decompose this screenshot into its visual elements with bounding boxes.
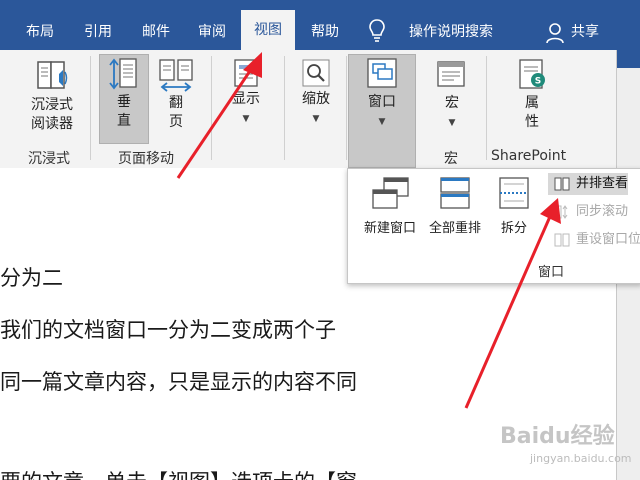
show-icon [234,59,258,87]
group-label-macro: 宏 [444,151,458,167]
tab-references[interactable]: 引用 [70,0,126,50]
tab-view[interactable]: 视图 [241,10,295,50]
properties-button[interactable]: S 属 性 [508,56,556,132]
group-separator [284,56,285,160]
side-by-side-icon [554,177,570,191]
immersive-label-2: 阅读器 [31,116,73,132]
window-group-label: 窗口 [538,265,565,280]
watermark-logo: Baidu经验 [500,424,615,449]
search-box[interactable]: 操作说明搜索 [396,0,506,50]
properties-label-1: 属 [525,95,539,111]
ribbon-tab-bar: 布局 引用 邮件 审阅 视图 帮助 操作说明搜索 共享 [0,0,640,50]
new-window-button[interactable]: 新建窗口 [356,175,424,236]
tab-help[interactable]: 帮助 [298,0,352,50]
new-window-label: 新建窗口 [363,221,416,236]
watermark-url: jingyan.baidu.com [530,452,632,465]
document-line-3: 同一篇文章内容，只是显示的内容不同 [0,370,357,394]
tab-mailings[interactable]: 邮件 [128,0,184,50]
window-icon [367,58,397,88]
window-dropdown: 新建窗口 全部重排 拆分 并排查看 同步滚动 重设窗口位 窗口 [347,168,640,284]
reset-window-position-button[interactable]: 重设窗口位 [548,229,640,251]
window-label: 窗口 [368,94,396,110]
group-separator [90,56,91,160]
document-line-2: 我们的文档窗口一分为二变成两个子 [0,318,336,342]
new-window-icon [372,177,409,209]
lightbulb-icon [369,19,385,42]
group-label-sharepoint: SharePoint [491,148,567,164]
macro-label: 宏 [445,95,459,111]
chevron-down-icon: ▼ [448,118,456,128]
show-label: 显示 [232,91,260,107]
tab-review[interactable]: 审阅 [186,0,238,50]
reset-window-icon [554,233,570,247]
share-button[interactable]: 共享 [568,0,602,50]
sharepoint-icon: S [519,59,545,89]
magnifier-icon [302,59,330,87]
split-icon [499,177,529,209]
flip-page-button[interactable]: 翻 页 [152,56,200,132]
arrange-all-button[interactable]: 全部重排 [424,175,486,236]
synchronous-scrolling-button[interactable]: 同步滚动 [548,201,628,223]
vertical-label-1: 垂 [117,94,131,110]
immersive-label-1: 沉浸式 [31,97,73,113]
zoom-label: 缩放 [302,91,330,107]
vertical-label-2: 直 [117,113,131,129]
tab-layout[interactable]: 布局 [12,0,68,50]
person-icon [546,23,564,44]
vertical-button[interactable]: 垂 直 [99,54,149,144]
split-label: 拆分 [500,221,527,236]
adjacent-window-titlebar [617,50,640,68]
chevron-down-icon: ▼ [242,114,250,124]
side-to-side-icon [159,59,193,92]
macro-icon [437,61,465,87]
group-separator [486,56,487,160]
flip-label-2: 页 [169,114,183,130]
chevron-down-icon: ▼ [312,114,320,124]
group-separator [211,56,212,160]
group-separator [346,56,347,160]
vertical-page-icon [109,58,137,90]
side-by-side-label: 并排查看 [576,176,629,191]
immersive-reader-button[interactable]: 沉浸式 阅读器 [20,56,84,134]
svg-text:S: S [535,77,541,87]
show-button[interactable]: 显示 ▼ [222,56,270,126]
group-label-immersive: 沉浸式 [28,151,70,167]
sync-scroll-label: 同步滚动 [576,204,629,219]
macro-button[interactable]: 宏 ▼ [428,56,476,130]
zoom-button[interactable]: 缩放 ▼ [292,56,340,126]
split-button[interactable]: 拆分 [494,175,534,236]
arrange-all-label: 全部重排 [428,221,481,236]
sync-scroll-icon [554,205,568,219]
flip-label-1: 翻 [169,95,183,111]
arrange-all-icon [440,177,470,209]
properties-label-2: 性 [525,114,539,130]
document-line-5: 要的文章，单击【视图】选项卡的【窗 [0,466,357,480]
view-side-by-side-button[interactable]: 并排查看 [548,173,629,195]
window-button[interactable]: 窗口 ▼ [348,54,416,168]
reset-window-label: 重设窗口位 [576,232,640,247]
chevron-down-icon: ▼ [378,117,386,127]
ribbon-view: 沉浸式 阅读器 沉浸式 垂 直 翻 页 页面移动 显示 ▼ 缩放 ▼ 窗口 ▼ … [0,50,616,169]
group-label-page-move: 页面移动 [118,151,174,167]
document-line-1: 分为二 [0,266,63,290]
immersive-reader-icon [37,61,68,89]
